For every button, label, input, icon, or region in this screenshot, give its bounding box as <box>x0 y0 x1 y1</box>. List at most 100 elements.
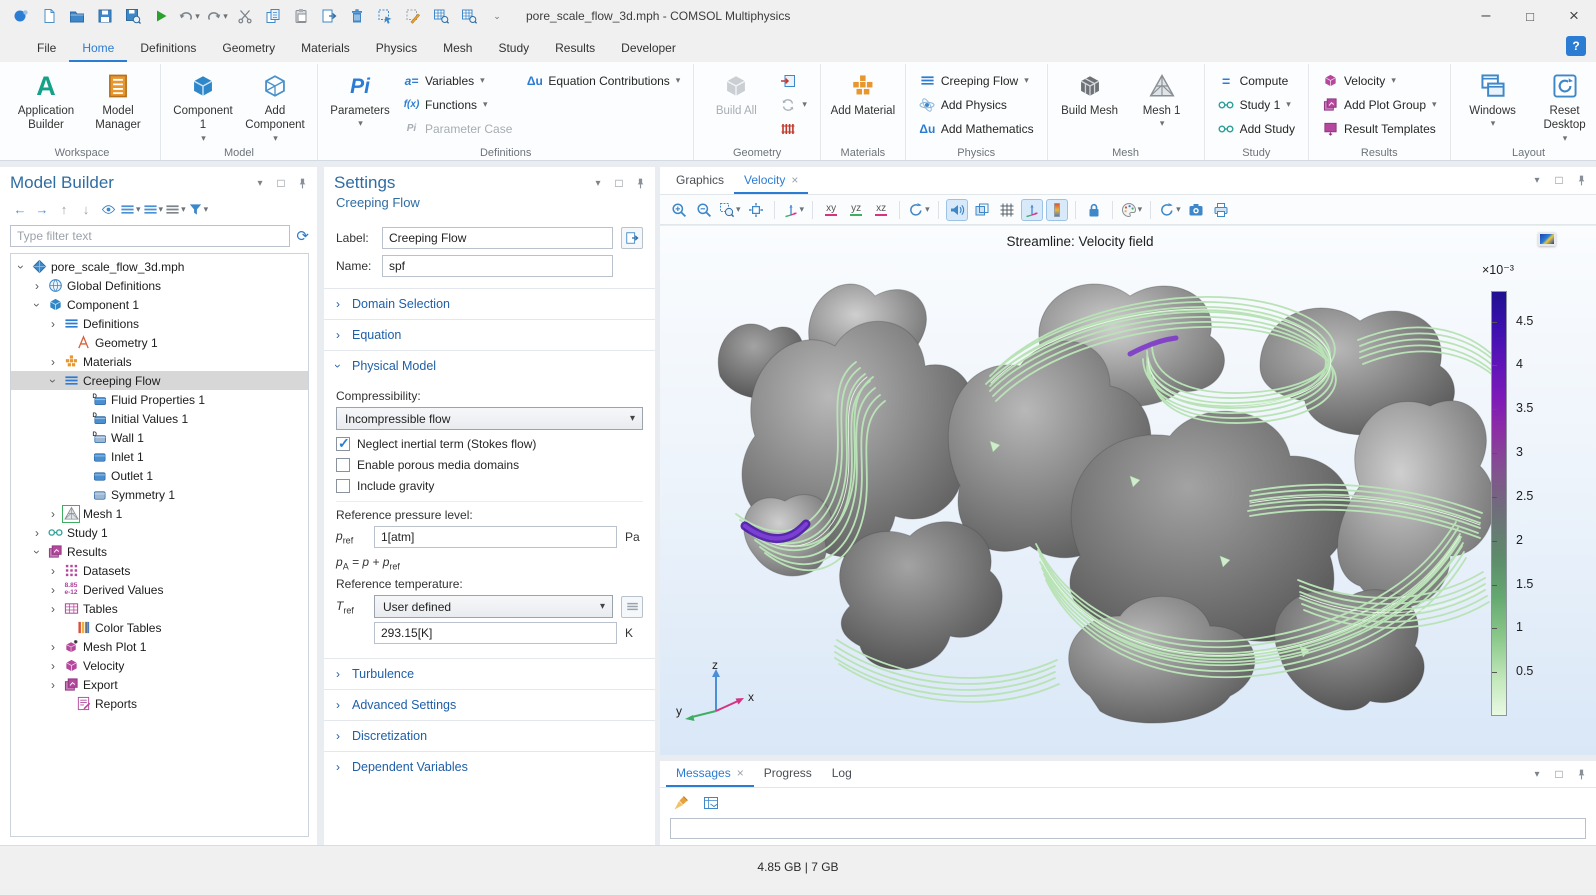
add-mathematics-button[interactable]: Δu Add Mathematics <box>914 118 1039 139</box>
physics-interface-button[interactable]: Creeping Flow <box>914 70 1039 91</box>
expand-arrow[interactable] <box>31 545 43 559</box>
view-orientation-button[interactable] <box>782 199 806 221</box>
section-equation[interactable]: Equation <box>324 319 655 350</box>
save-as-button[interactable] <box>120 4 146 28</box>
tab-progress[interactable]: Progress <box>754 761 822 787</box>
color-theme-button[interactable] <box>1120 199 1144 221</box>
view-yz-button[interactable]: yz <box>845 199 867 221</box>
pin-icon[interactable] <box>633 176 647 190</box>
close-button[interactable] <box>1552 0 1596 32</box>
expand-arrow[interactable] <box>47 659 59 673</box>
tree-item-study-1[interactable]: Study 1 <box>11 523 308 542</box>
pref-input[interactable] <box>374 526 617 548</box>
rename-button[interactable] <box>621 227 643 249</box>
rotate-view-button[interactable] <box>907 199 931 221</box>
tree-item-global-definitions[interactable]: Global Definitions <box>11 276 308 295</box>
forward-button[interactable]: → <box>32 199 52 219</box>
tree-item-reports[interactable]: Reports <box>11 694 308 713</box>
compressibility-select[interactable]: Incompressible flow <box>336 407 643 430</box>
tree-item-export[interactable]: Export <box>11 675 308 694</box>
windows-button[interactable]: Windows <box>1459 68 1527 131</box>
virtual-operations-button[interactable] <box>774 118 812 139</box>
include-gravity-checkbox[interactable] <box>336 479 350 493</box>
new-file-button[interactable] <box>36 4 62 28</box>
tree-item-tables[interactable]: Tables <box>11 599 308 618</box>
filter-input[interactable] <box>10 225 290 247</box>
show-legend-button[interactable] <box>1046 199 1068 221</box>
porous-media-checkbox[interactable] <box>336 458 350 472</box>
tree-item-materials[interactable]: Materials <box>11 352 308 371</box>
tree-item-component-1[interactable]: Component 1 <box>11 295 308 314</box>
expand-arrow[interactable] <box>47 602 59 616</box>
tab-velocity[interactable]: Velocity × <box>734 168 808 194</box>
tree-item-velocity[interactable]: Velocity <box>11 656 308 675</box>
update-plot-button[interactable] <box>1158 199 1182 221</box>
application-builder-button[interactable]: A Application Builder <box>12 68 80 135</box>
expand-arrow[interactable] <box>31 298 43 312</box>
tree-item-inlet-1[interactable]: Inlet 1 <box>11 447 308 466</box>
panel-menu-icon[interactable] <box>1530 173 1544 187</box>
collapse-all-button[interactable] <box>120 199 141 219</box>
graphics-canvas[interactable]: Streamline: Velocity field ×10⁻³ 4.5 4 3… <box>660 225 1596 755</box>
panel-menu-icon[interactable] <box>1530 767 1544 781</box>
tree-item-root[interactable]: pore_scale_flow_3d.mph <box>11 257 308 276</box>
open-file-button[interactable] <box>64 4 90 28</box>
equation-contributions-button[interactable]: Δu Equation Contributions <box>521 70 685 91</box>
transparency-button[interactable] <box>971 199 993 221</box>
float-panel-icon[interactable] <box>1552 173 1566 187</box>
tree-item-fluid-properties-1[interactable]: Fluid Properties 1 <box>11 390 308 409</box>
float-panel-icon[interactable] <box>612 176 626 190</box>
menu-tab-results[interactable]: Results <box>542 36 608 62</box>
pin-icon[interactable] <box>295 176 309 190</box>
delete-button[interactable] <box>344 4 370 28</box>
copy-table-button[interactable] <box>700 792 722 814</box>
zoom-in-button[interactable] <box>668 199 690 221</box>
duplicate-button[interactable] <box>316 4 342 28</box>
mesh-1-button[interactable]: Mesh 1 <box>1128 68 1196 131</box>
tree-item-creeping-flow[interactable]: Creeping Flow <box>11 371 308 390</box>
menu-tab-study[interactable]: Study <box>485 36 542 62</box>
add-plot-group-button[interactable]: Add Plot Group <box>1317 94 1442 115</box>
minimize-button[interactable] <box>1464 0 1508 32</box>
result-templates-button[interactable]: Result Templates <box>1317 118 1442 139</box>
add-component-button[interactable]: Add Component <box>241 68 309 146</box>
node-display-button[interactable] <box>165 199 186 219</box>
show-button[interactable] <box>98 199 118 219</box>
section-advanced-settings[interactable]: Advanced Settings <box>324 689 655 720</box>
pin-icon[interactable] <box>1574 767 1588 781</box>
tab-graphics[interactable]: Graphics <box>666 168 734 194</box>
parameter-case-button[interactable]: Pi Parameter Case <box>398 118 517 139</box>
menu-tab-mesh[interactable]: Mesh <box>430 36 485 62</box>
study-1-button[interactable]: Study 1 <box>1213 94 1300 115</box>
expand-arrow[interactable] <box>47 374 59 388</box>
zoom-out-button[interactable] <box>693 199 715 221</box>
panel-menu-icon[interactable] <box>591 176 605 190</box>
scene-light-button[interactable] <box>946 199 968 221</box>
close-tab-icon[interactable]: × <box>791 173 798 187</box>
tree-item-outlet-1[interactable]: Outlet 1 <box>11 466 308 485</box>
filter-button[interactable] <box>188 199 209 219</box>
add-material-button[interactable]: Add Material <box>829 68 897 120</box>
tree-item-mesh-plot-1[interactable]: Mesh Plot 1 <box>11 637 308 656</box>
menu-tab-home[interactable]: Home <box>69 36 127 62</box>
view-xy-button[interactable]: xy <box>820 199 842 221</box>
clear-messages-button[interactable] <box>670 792 692 814</box>
rebuild-button[interactable] <box>774 94 812 115</box>
build-all-button[interactable]: Build All <box>702 68 770 120</box>
search-table-button[interactable] <box>456 4 482 28</box>
tab-messages[interactable]: Messages × <box>666 761 754 787</box>
move-down-button[interactable]: ↓ <box>76 199 96 219</box>
customize-toolbar-chevron[interactable]: ⌄ <box>484 4 510 28</box>
tree-item-definitions[interactable]: Definitions <box>11 314 308 333</box>
menu-tab-materials[interactable]: Materials <box>288 36 363 62</box>
expand-arrow[interactable] <box>47 317 59 331</box>
go-to-source-button[interactable] <box>621 596 643 618</box>
expand-all-button[interactable] <box>143 199 164 219</box>
section-turbulence[interactable]: Turbulence <box>324 658 655 689</box>
close-tab-icon[interactable]: × <box>737 766 744 780</box>
tree-item-datasets[interactable]: Datasets <box>11 561 308 580</box>
preview-table-button[interactable] <box>428 4 454 28</box>
reset-desktop-button[interactable]: Reset Desktop <box>1531 68 1596 146</box>
zoom-extents-button[interactable] <box>745 199 767 221</box>
cut-button[interactable] <box>232 4 258 28</box>
